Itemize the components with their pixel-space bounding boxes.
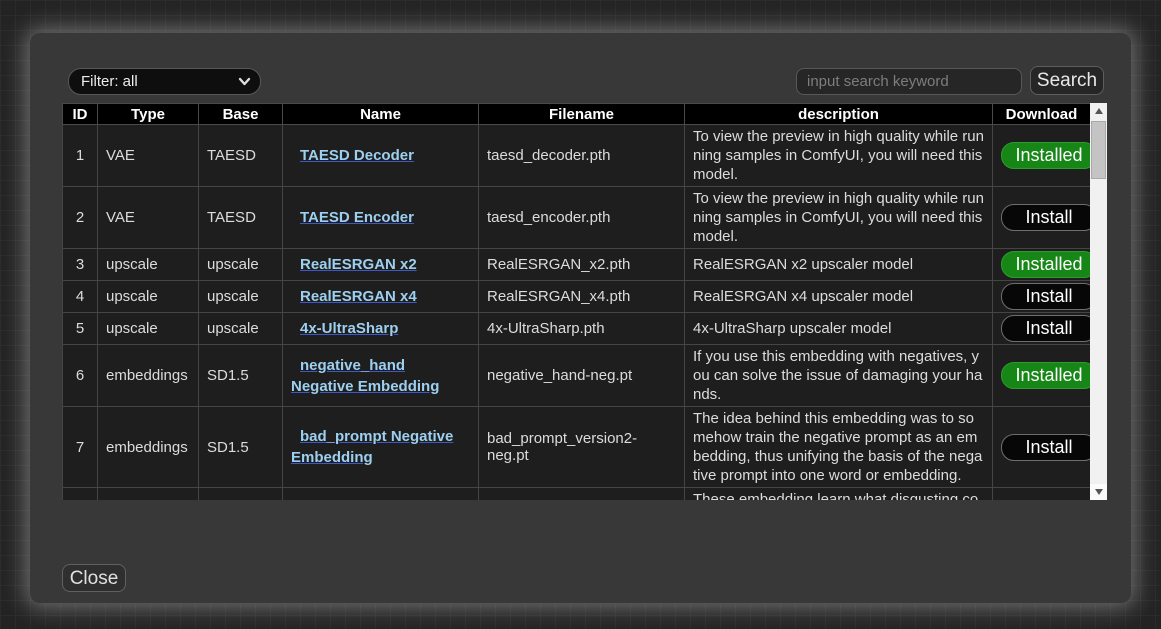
cell-id: 5 (63, 313, 98, 345)
cell-description: RealESRGAN x2 upscaler model (685, 249, 993, 281)
filter-dropdown-wrap: Filter: all (68, 68, 261, 95)
cell-name: negative_hand Negative Embedding (283, 345, 479, 407)
header-type: Type (98, 104, 199, 125)
cell-base: upscale (199, 249, 283, 281)
cell-base: SD1.5 (199, 407, 283, 488)
model-name-link[interactable]: RealESRGAN x2 (291, 254, 470, 275)
header-download: Download (993, 104, 1091, 125)
search-input[interactable] (796, 68, 1022, 95)
cell-type: embeddings (98, 407, 199, 488)
download-button[interactable]: Install (1001, 283, 1097, 310)
cell-description: The idea behind this embedding was to so… (685, 407, 993, 488)
cell-base: SD1.5 (199, 345, 283, 407)
header-base: Base (199, 104, 283, 125)
cell-base: upscale (199, 281, 283, 313)
cell-type: VAE (98, 187, 199, 249)
close-button[interactable]: Close (62, 564, 126, 592)
cell-name: RealESRGAN x4 (283, 281, 479, 313)
cell-filename: taesd_encoder.pth (479, 187, 685, 249)
cell-base: TAESD (199, 125, 283, 187)
cell-download: Install (993, 281, 1091, 313)
cell-id: 1 (63, 125, 98, 187)
cell-id: 2 (63, 187, 98, 249)
cell-name: 4x-UltraSharp (283, 313, 479, 345)
cell-download: Install (993, 187, 1091, 249)
download-button[interactable]: Installed (1001, 142, 1097, 169)
cell-type: VAE (98, 125, 199, 187)
comfyui-canvas: { "dialog": { "filter": { "selected": "F… (0, 0, 1161, 629)
cell-id: 4 (63, 281, 98, 313)
cell-name: RealESRGAN x2 (283, 249, 479, 281)
table-row: 3 upscale upscale RealESRGAN x2 RealESRG… (63, 249, 1091, 281)
cell-type (98, 488, 199, 501)
table-header-row: ID Type Base Name Filename description D… (63, 104, 1091, 125)
cell-type: upscale (98, 249, 199, 281)
cell-name (283, 488, 479, 501)
cell-filename: negative_hand-neg.pt (479, 345, 685, 407)
model-name-link[interactable]: 4x-UltraSharp (291, 318, 470, 339)
cell-name: TAESD Encoder (283, 187, 479, 249)
model-table-viewport: ID Type Base Name Filename description D… (62, 103, 1107, 500)
cell-download: Install (993, 313, 1091, 345)
model-name-link[interactable]: bad_prompt Negative Embedding (291, 426, 470, 468)
download-button[interactable]: Installed (1001, 251, 1097, 278)
table-row: 7 embeddings SD1.5 bad_prompt Negative E… (63, 407, 1091, 488)
cell-description: RealESRGAN x4 upscaler model (685, 281, 993, 313)
cell-download: Installed (993, 249, 1091, 281)
table-row: 6 embeddings SD1.5 negative_hand Negativ… (63, 345, 1091, 407)
cell-download: Install (993, 407, 1091, 488)
cell-filename: RealESRGAN_x4.pth (479, 281, 685, 313)
cell-type: upscale (98, 313, 199, 345)
cell-description: If you use this embedding with negatives… (685, 345, 993, 407)
cell-id: 3 (63, 249, 98, 281)
model-name-link[interactable]: RealESRGAN x4 (291, 286, 470, 307)
model-name-link[interactable]: negative_hand Negative Embedding (291, 355, 470, 397)
cell-id: 6 (63, 345, 98, 407)
table-row: These embedding learn what disgusting co… (63, 488, 1091, 501)
table-scrollbar[interactable] (1090, 103, 1107, 500)
model-name-link[interactable]: TAESD Encoder (291, 207, 470, 228)
header-filename: Filename (479, 104, 685, 125)
cell-filename: bad_prompt_version2-neg.pt (479, 407, 685, 488)
download-button[interactable]: Installed (1001, 362, 1097, 389)
header-name: Name (283, 104, 479, 125)
install-models-dialog: Filter: all Search ID Type Base Name Fil… (30, 33, 1131, 603)
model-name-link[interactable]: TAESD Decoder (291, 145, 470, 166)
cell-filename: RealESRGAN_x2.pth (479, 249, 685, 281)
header-id: ID (63, 104, 98, 125)
table-row: 5 upscale upscale 4x-UltraSharp 4x-Ultra… (63, 313, 1091, 345)
cell-download: Installed (993, 125, 1091, 187)
cell-description: 4x-UltraSharp upscaler model (685, 313, 993, 345)
cell-description: To view the preview in high quality whil… (685, 125, 993, 187)
cell-filename: 4x-UltraSharp.pth (479, 313, 685, 345)
table-row: 2 VAE TAESD TAESD Encoder taesd_encoder.… (63, 187, 1091, 249)
cell-filename (479, 488, 685, 501)
model-table: ID Type Base Name Filename description D… (62, 103, 1091, 500)
cell-base: TAESD (199, 187, 283, 249)
cell-description: These embedding learn what disgusting co… (685, 488, 993, 501)
cell-download (993, 488, 1091, 501)
cell-id: 7 (63, 407, 98, 488)
cell-type: upscale (98, 281, 199, 313)
scroll-up-arrow-icon[interactable] (1090, 103, 1107, 119)
download-button[interactable]: Install (1001, 315, 1097, 342)
header-description: description (685, 104, 993, 125)
cell-base: upscale (199, 313, 283, 345)
scrollbar-thumb[interactable] (1091, 121, 1106, 179)
cell-filename: taesd_decoder.pth (479, 125, 685, 187)
search-button[interactable]: Search (1030, 66, 1104, 95)
cell-name: bad_prompt Negative Embedding (283, 407, 479, 488)
filter-dropdown[interactable]: Filter: all (68, 68, 261, 95)
cell-name: TAESD Decoder (283, 125, 479, 187)
cell-type: embeddings (98, 345, 199, 407)
scroll-down-arrow-icon[interactable] (1090, 484, 1107, 500)
table-row: 4 upscale upscale RealESRGAN x4 RealESRG… (63, 281, 1091, 313)
table-row: 1 VAE TAESD TAESD Decoder taesd_decoder.… (63, 125, 1091, 187)
cell-base (199, 488, 283, 501)
cell-id (63, 488, 98, 501)
download-button[interactable]: Install (1001, 204, 1097, 231)
cell-description: To view the preview in high quality whil… (685, 187, 993, 249)
download-button[interactable]: Install (1001, 434, 1097, 461)
cell-download: Installed (993, 345, 1091, 407)
